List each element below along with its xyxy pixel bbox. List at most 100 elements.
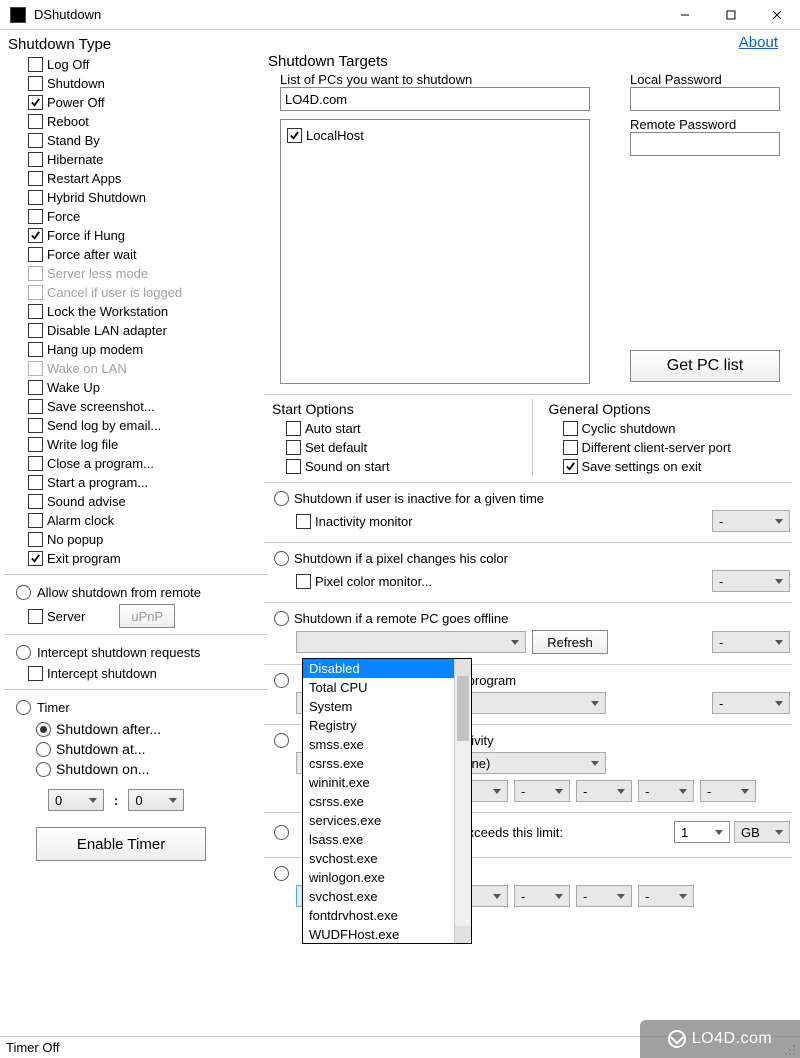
option-item[interactable]: Auto start	[286, 419, 516, 438]
cond5-s4[interactable]: -	[638, 780, 694, 802]
shutdown-type-option[interactable]: Log Off	[28, 55, 268, 74]
radio-icon[interactable]	[274, 733, 289, 748]
checkbox-icon	[28, 532, 43, 547]
shutdown-type-option[interactable]: Exit program	[28, 549, 268, 568]
option-item[interactable]: Different client-server port	[563, 438, 793, 457]
shutdown-type-option[interactable]: Alarm clock	[28, 511, 268, 530]
dropdown-item[interactable]: smss.exe	[303, 735, 454, 754]
checkbox-icon	[28, 399, 43, 414]
shutdown-type-option[interactable]: Hibernate	[28, 150, 268, 169]
refresh-button[interactable]: Refresh	[532, 630, 608, 654]
timer-after-option[interactable]: Shutdown after...	[36, 719, 268, 739]
timer-group[interactable]: Timer	[16, 700, 268, 715]
timer-on-option[interactable]: Shutdown on...	[36, 759, 268, 779]
shutdown-type-option[interactable]: Write log file	[28, 435, 268, 454]
shutdown-type-option[interactable]: Sound advise	[28, 492, 268, 511]
timer-at-option[interactable]: Shutdown at...	[36, 739, 268, 759]
radio-icon[interactable]	[274, 673, 289, 688]
server-option[interactable]: Server	[28, 607, 85, 626]
radio-icon[interactable]	[274, 825, 289, 840]
option-label: Alarm clock	[47, 514, 114, 527]
dropdown-item[interactable]: WUDFHost.exe	[303, 925, 454, 944]
timer-hour-select[interactable]: 0	[48, 789, 104, 811]
cond3-select[interactable]: -	[712, 631, 790, 653]
cond3-dd[interactable]	[296, 631, 526, 653]
shutdown-type-option[interactable]: Save screenshot...	[28, 397, 268, 416]
dropdown-item[interactable]: svchost.exe	[303, 887, 454, 906]
close-button[interactable]	[754, 0, 800, 30]
cond7-s4[interactable]: -	[638, 885, 694, 907]
shutdown-type-option[interactable]: Hang up modem	[28, 340, 268, 359]
process-dropdown-popup[interactable]: DisabledTotal CPUSystemRegistrysmss.exec…	[302, 658, 472, 944]
shutdown-type-option[interactable]: Reboot	[28, 112, 268, 131]
shutdown-type-option[interactable]: No popup	[28, 530, 268, 549]
option-item[interactable]: Sound on start	[286, 457, 516, 476]
about-link[interactable]: About	[739, 34, 778, 51]
cond6-unit[interactable]: GB	[734, 821, 790, 843]
shutdown-type-option[interactable]: Hybrid Shutdown	[28, 188, 268, 207]
dropdown-item[interactable]: services.exe	[303, 811, 454, 830]
intercept-shutdown-option[interactable]: Intercept shutdown	[28, 664, 268, 683]
shutdown-type-option[interactable]: Force if Hung	[28, 226, 268, 245]
shutdown-type-option[interactable]: Shutdown	[28, 74, 268, 93]
intercept-group[interactable]: Intercept shutdown requests	[16, 645, 268, 660]
dropdown-item[interactable]: svchost.exe	[303, 849, 454, 868]
shutdown-type-option[interactable]: Stand By	[28, 131, 268, 150]
cond4-select[interactable]: -	[712, 692, 790, 714]
local-pw-input[interactable]	[630, 87, 780, 111]
shutdown-type-option[interactable]: Power Off	[28, 93, 268, 112]
dropdown-item[interactable]: Registry	[303, 716, 454, 735]
dropdown-item[interactable]: Total CPU	[303, 678, 454, 697]
cond4-title: program	[468, 673, 516, 688]
checkbox-icon	[28, 266, 43, 281]
dropdown-item[interactable]: System	[303, 697, 454, 716]
dropdown-item[interactable]: lsass.exe	[303, 830, 454, 849]
radio-icon[interactable]	[274, 491, 289, 506]
option-item[interactable]: Save settings on exit	[563, 457, 793, 476]
shutdown-type-option[interactable]: Force	[28, 207, 268, 226]
localhost-item[interactable]: LocalHost	[287, 126, 583, 145]
cond5-s5[interactable]: -	[700, 780, 756, 802]
radio-icon[interactable]	[274, 866, 289, 881]
maximize-button[interactable]	[708, 0, 754, 30]
cond5-s3[interactable]: -	[576, 780, 632, 802]
shutdown-type-option[interactable]: Lock the Workstation	[28, 302, 268, 321]
shutdown-type-option[interactable]: Wake Up	[28, 378, 268, 397]
enable-timer-button[interactable]: Enable Timer	[36, 827, 206, 861]
option-item[interactable]: Cyclic shutdown	[563, 419, 793, 438]
pc-input[interactable]	[280, 87, 590, 111]
shutdown-type-option[interactable]: Disable LAN adapter	[28, 321, 268, 340]
checkbox-icon	[28, 475, 43, 490]
pc-list-panel[interactable]: LocalHost	[280, 119, 590, 384]
dropdown-item[interactable]: fontdrvhost.exe	[303, 906, 454, 925]
pixel-monitor-option[interactable]: Pixel color monitor...	[296, 572, 432, 591]
cond7-s2[interactable]: -	[514, 885, 570, 907]
upnp-button[interactable]: uPnP	[119, 604, 175, 628]
remote-pw-input[interactable]	[630, 132, 780, 156]
shutdown-type-option[interactable]: Restart Apps	[28, 169, 268, 188]
inactivity-monitor-option[interactable]: Inactivity monitor	[296, 512, 413, 531]
option-item[interactable]: Set default	[286, 438, 516, 457]
scrollbar[interactable]	[454, 659, 471, 943]
cond5-s2[interactable]: -	[514, 780, 570, 802]
dropdown-item[interactable]: csrss.exe	[303, 754, 454, 773]
radio-icon[interactable]	[274, 551, 289, 566]
shutdown-type-option[interactable]: Force after wait	[28, 245, 268, 264]
dropdown-item[interactable]: csrss.exe	[303, 792, 454, 811]
shutdown-type-option[interactable]: Start a program...	[28, 473, 268, 492]
cond1-select[interactable]: -	[712, 510, 790, 532]
dropdown-item[interactable]: Disabled	[303, 659, 454, 678]
allow-remote-group[interactable]: Allow shutdown from remote	[16, 585, 268, 600]
dropdown-item[interactable]: winlogon.exe	[303, 868, 454, 887]
minimize-button[interactable]	[662, 0, 708, 30]
get-pc-list-button[interactable]: Get PC list	[630, 350, 780, 382]
shutdown-type-option[interactable]: Send log by email...	[28, 416, 268, 435]
cond2-select[interactable]: -	[712, 570, 790, 592]
cond7-s3[interactable]: -	[576, 885, 632, 907]
shutdown-type-option[interactable]: Close a program...	[28, 454, 268, 473]
timer-minute-select[interactable]: 0	[128, 789, 184, 811]
dropdown-item[interactable]: wininit.exe	[303, 773, 454, 792]
cond6-n[interactable]: 1	[674, 821, 730, 843]
radio-icon[interactable]	[274, 611, 289, 626]
scrollbar-thumb[interactable]	[457, 676, 469, 741]
